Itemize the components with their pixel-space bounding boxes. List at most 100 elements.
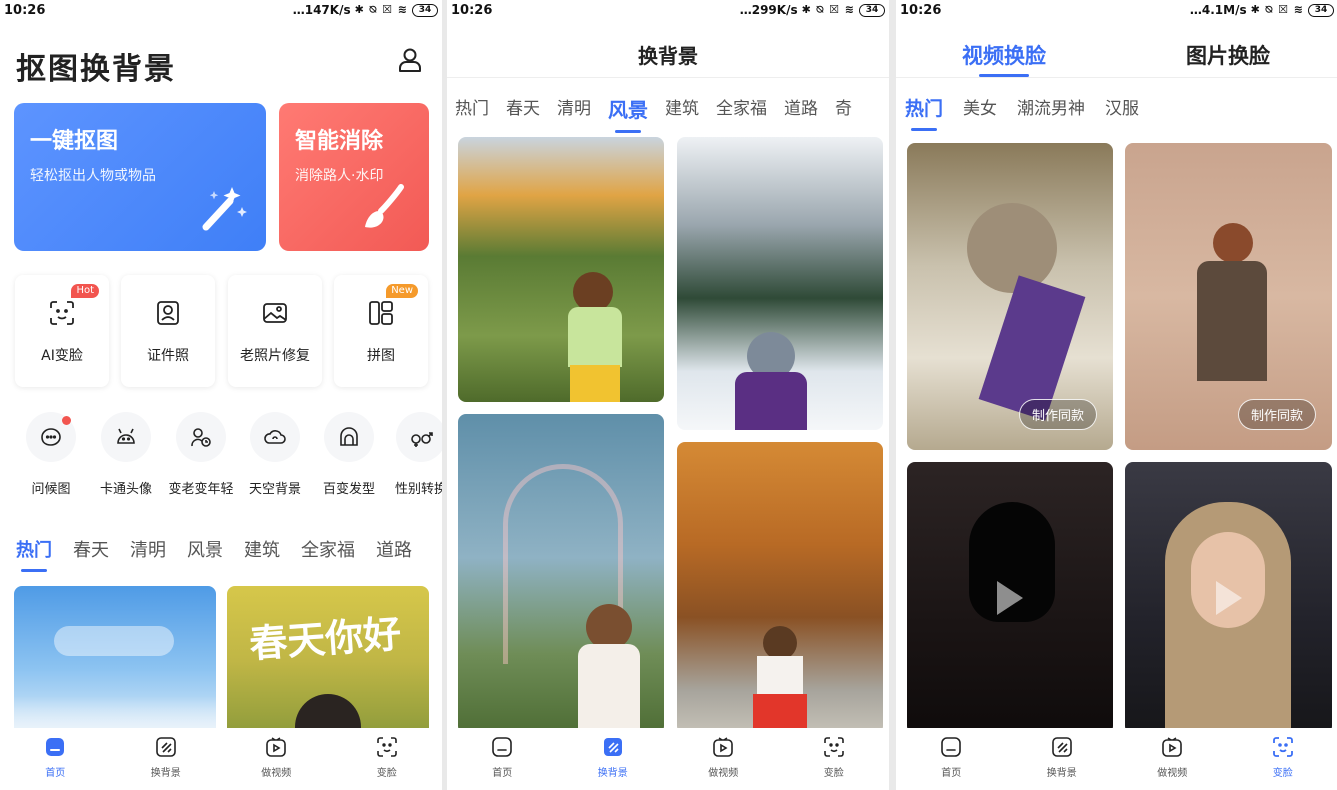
greeting-card-tool[interactable]: 问候图 bbox=[14, 412, 88, 497]
tab-road[interactable]: 道路 bbox=[784, 94, 818, 123]
tile-label: 证件照 bbox=[147, 348, 189, 364]
change-background-icon bbox=[1051, 737, 1072, 757]
make-same-button[interactable]: 制作同款 bbox=[1237, 399, 1316, 430]
smart-erase-card[interactable]: 智能消除 消除路人·水印 bbox=[279, 103, 429, 251]
hairstyle-tool[interactable]: 百变发型 bbox=[312, 412, 386, 497]
tab-qingming[interactable]: 清明 bbox=[130, 536, 166, 562]
nav-make-video[interactable]: 做视频 bbox=[241, 736, 311, 779]
tab-spring[interactable]: 春天 bbox=[73, 536, 109, 562]
tab-scenery[interactable]: 风景 bbox=[608, 94, 648, 123]
tab-family-photo[interactable]: 全家福 bbox=[301, 536, 355, 562]
collage-tile[interactable]: New 拼图 bbox=[334, 275, 428, 387]
home-icon bbox=[46, 738, 65, 756]
notification-dot bbox=[62, 416, 71, 425]
gender-swap-tool[interactable]: 性别转换 bbox=[384, 412, 442, 497]
face-scan-icon bbox=[50, 301, 74, 325]
bottom-nav: 首页 换背景 做视频 变脸 bbox=[0, 728, 442, 790]
old-photo-repair-tile[interactable]: 老照片修复 bbox=[228, 275, 322, 387]
battery-icon: 34 bbox=[859, 3, 885, 17]
status-time: 10:26 bbox=[900, 2, 942, 18]
play-icon bbox=[1215, 581, 1242, 615]
video-icon bbox=[1162, 737, 1183, 757]
nav-label: 变脸 bbox=[823, 768, 844, 779]
nav-home[interactable]: 首页 bbox=[916, 736, 986, 779]
user-icon[interactable] bbox=[396, 46, 424, 74]
status-bar: 10:26 …299K/s ✱ ⍉ ☒ ≋ 34 bbox=[447, 0, 889, 20]
tab-photo-face-swap[interactable]: 图片换脸 bbox=[1186, 40, 1270, 70]
sky-template-thumb[interactable] bbox=[14, 586, 216, 736]
tab-qingming[interactable]: 清明 bbox=[557, 94, 591, 123]
video-template-thumb[interactable] bbox=[907, 462, 1113, 734]
tile-label: 老照片修复 bbox=[240, 348, 310, 364]
tab-video-face-swap[interactable]: 视频换脸 bbox=[962, 40, 1046, 70]
tab-hanfu[interactable]: 汉服 bbox=[1105, 94, 1139, 121]
status-bar: 10:26 …147K/s ✱ ⍉ ☒ ≋ 34 bbox=[0, 0, 442, 20]
tab-spring[interactable]: 春天 bbox=[506, 94, 540, 123]
nav-make-video[interactable]: 做视频 bbox=[1137, 736, 1207, 779]
nav-label: 变脸 bbox=[1272, 768, 1293, 779]
scenery-template-thumb[interactable] bbox=[458, 137, 664, 402]
tool-label: 性别转换 bbox=[394, 482, 442, 497]
nav-face-swap[interactable]: 变脸 bbox=[1248, 736, 1318, 779]
age-change-tool[interactable]: 变老变年轻 bbox=[164, 412, 238, 497]
nav-face-swap[interactable]: 变脸 bbox=[799, 736, 869, 779]
video-icon bbox=[266, 737, 287, 757]
status-time: 10:26 bbox=[4, 2, 46, 18]
nav-change-background[interactable]: 换背景 bbox=[1027, 736, 1097, 779]
id-photo-tile[interactable]: 证件照 bbox=[121, 275, 215, 387]
spring-template-thumb[interactable]: 春天你好 bbox=[227, 586, 429, 736]
battery-icon: 34 bbox=[412, 3, 438, 17]
bottom-nav: 首页 换背景 做视频 变脸 bbox=[896, 728, 1337, 790]
home-icon bbox=[492, 737, 513, 757]
video-template-thumb[interactable]: 制作同款 bbox=[907, 143, 1113, 450]
rainbow-template-thumb[interactable] bbox=[458, 414, 664, 734]
status-icons: ✱ ⍉ ☒ ≋ bbox=[801, 3, 855, 16]
video-template-thumb[interactable]: 制作同款 bbox=[1125, 143, 1332, 450]
one-click-cutout-card[interactable]: 一键抠图 轻松抠出人物或物品 bbox=[14, 103, 266, 251]
face-scan-icon bbox=[823, 737, 844, 757]
network-speed: …299K/s bbox=[739, 3, 798, 17]
nav-change-background[interactable]: 换背景 bbox=[131, 736, 201, 779]
tab-road[interactable]: 道路 bbox=[376, 536, 412, 562]
divider bbox=[896, 77, 1337, 78]
make-same-button[interactable]: 制作同款 bbox=[1018, 399, 1097, 430]
change-background-icon bbox=[603, 738, 622, 756]
nav-home[interactable]: 首页 bbox=[20, 736, 90, 779]
new-badge: New bbox=[386, 284, 418, 298]
video-template-thumb[interactable] bbox=[1125, 462, 1332, 734]
heart-chat-icon bbox=[41, 428, 61, 446]
nav-label: 换背景 bbox=[1046, 768, 1077, 779]
status-bar: 10:26 …4.1M/s ✱ ⍉ ☒ ≋ 34 bbox=[896, 0, 1337, 20]
tab-hot[interactable]: 热门 bbox=[455, 94, 489, 123]
page-title: 抠图换背景 bbox=[16, 52, 176, 87]
nav-face-swap[interactable]: 变脸 bbox=[352, 736, 422, 779]
tab-architecture[interactable]: 建筑 bbox=[244, 536, 280, 562]
nav-label: 换背景 bbox=[150, 768, 181, 779]
bottom-nav: 首页 换背景 做视频 变脸 bbox=[447, 728, 889, 790]
status-time: 10:26 bbox=[451, 2, 493, 18]
nav-home[interactable]: 首页 bbox=[467, 736, 537, 779]
change-background-screen: 10:26 …299K/s ✱ ⍉ ☒ ≋ 34 换背景 热门 春天 清明 风景… bbox=[447, 0, 889, 790]
tab-hot[interactable]: 热门 bbox=[16, 536, 52, 562]
tab-more[interactable]: 奇 bbox=[835, 94, 852, 123]
tab-hot[interactable]: 热门 bbox=[905, 94, 943, 121]
divider bbox=[447, 77, 889, 78]
category-tabs: 热门 美女 潮流男神 汉服 bbox=[905, 94, 1139, 121]
ai-face-swap-tile[interactable]: Hot AI变脸 bbox=[15, 275, 109, 387]
spring-overlay-text: 春天你好 bbox=[247, 610, 403, 667]
card-title: 一键抠图 bbox=[30, 129, 119, 154]
autumn-template-thumb[interactable] bbox=[677, 442, 883, 734]
nav-change-background[interactable]: 换背景 bbox=[578, 736, 648, 779]
tab-scenery[interactable]: 风景 bbox=[187, 536, 223, 562]
nav-label: 做视频 bbox=[708, 768, 739, 779]
tab-family-photo[interactable]: 全家福 bbox=[716, 94, 767, 123]
tab-trendy-men[interactable]: 潮流男神 bbox=[1017, 94, 1085, 121]
card-title: 智能消除 bbox=[295, 129, 384, 154]
cloud-icon bbox=[264, 430, 286, 444]
tab-architecture[interactable]: 建筑 bbox=[665, 94, 699, 123]
sky-background-tool[interactable]: 天空背景 bbox=[238, 412, 312, 497]
tab-beauty[interactable]: 美女 bbox=[963, 94, 997, 121]
cartoon-avatar-tool[interactable]: 卡通头像 bbox=[89, 412, 163, 497]
snow-template-thumb[interactable] bbox=[677, 137, 883, 430]
nav-make-video[interactable]: 做视频 bbox=[688, 736, 758, 779]
